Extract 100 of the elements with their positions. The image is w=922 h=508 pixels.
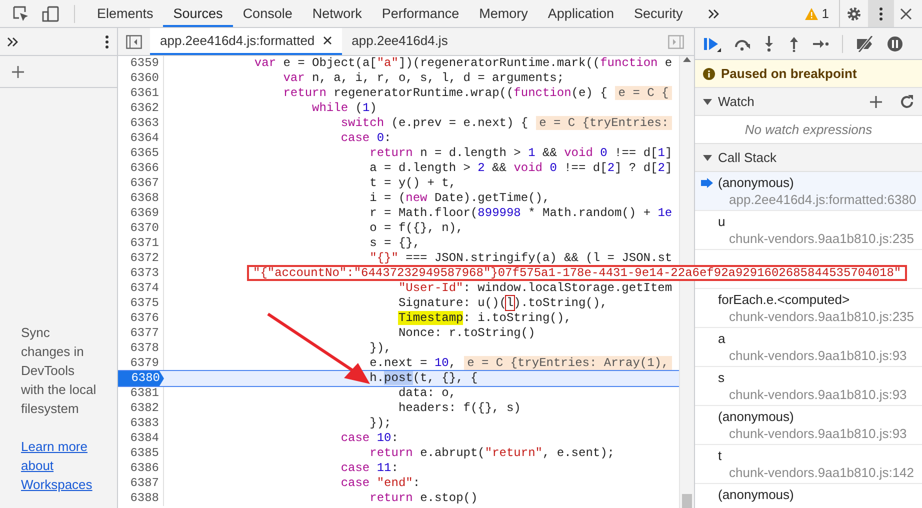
- value-tooltip: "{"accountNo":"64437232949587968"}07f575a1-178e-4431-9e14-22a6ef92a9291602685844535704018": [247, 265, 908, 281]
- panel-tab[interactable]: Performance: [372, 0, 470, 27]
- code-line: case 0:: [340, 131, 392, 146]
- line-number: 6360: [118, 71, 164, 86]
- code-line: r = Math.floor(899998 * Math.random() + 1e: [368, 206, 672, 221]
- menu-icon[interactable]: [105, 34, 109, 50]
- more-tabs-icon[interactable]: [706, 6, 720, 20]
- code-line: return e.abrupt("return", e.sent);: [368, 446, 614, 461]
- code-line: t = y() + t,: [368, 176, 456, 191]
- frame-name: s: [718, 369, 726, 386]
- pause-icon[interactable]: [887, 36, 903, 52]
- workspaces-link[interactable]: Learn more about Workspaces: [21, 437, 99, 494]
- more-tabs-icon[interactable]: [6, 34, 19, 48]
- code-line: i = (new Date).getTime(),: [368, 191, 550, 206]
- stack-frame[interactable]: (anonymous) app.2ee416d4.js:formatted:6380: [695, 172, 922, 211]
- line-number: 6367: [118, 176, 164, 191]
- refresh-icon[interactable]: [900, 94, 914, 108]
- add-icon[interactable]: [12, 66, 24, 78]
- line-number: 6374: [118, 281, 164, 296]
- line-number: 6384: [118, 431, 164, 446]
- warning-count[interactable]: 1: [822, 6, 829, 21]
- stack-frame[interactable]: u chunk-vendors.9aa1b810.js:235: [695, 211, 922, 250]
- add-icon[interactable]: [870, 96, 882, 108]
- line-number: 6365: [118, 146, 164, 161]
- code-line: var e = Object(a["a"])(regeneratorRuntime.mark((function e: [253, 56, 672, 71]
- code-line: case 11:: [340, 461, 398, 476]
- panel-tab[interactable]: Security: [624, 0, 693, 27]
- code-line: return n = d.length > 1 && void 0 !== d[1]: [368, 146, 672, 161]
- code-line: o = f({}, n),: [368, 221, 464, 236]
- frame-location: app.2ee416d4.js:formatted:6380: [728, 191, 918, 208]
- sidebar-toggle-icon[interactable]: [126, 34, 142, 48]
- line-number: 6383: [118, 416, 164, 431]
- scrollbar-thumb[interactable]: [682, 494, 692, 508]
- line-number: 6381: [118, 386, 164, 401]
- step-icon[interactable]: [813, 38, 829, 50]
- line-number: 6382: [118, 401, 164, 416]
- device-toolbar-icon[interactable]: [42, 4, 60, 22]
- code-line: h.post(t, {}, {: [368, 371, 478, 386]
- deactivate-breakpoints-icon[interactable]: [856, 36, 874, 52]
- line-number: 6359: [118, 56, 164, 71]
- line-number: 6380: [118, 371, 164, 386]
- step-out-icon[interactable]: [788, 36, 800, 52]
- info-icon: [703, 68, 715, 80]
- close-icon[interactable]: [322, 36, 332, 45]
- code-line: var n, a, i, r, o, s, l, d = arguments;: [282, 71, 564, 86]
- line-number: 6375: [118, 296, 164, 311]
- code-line: });: [368, 416, 392, 431]
- resume-icon[interactable]: [703, 36, 721, 52]
- frame-name: (anonymous): [718, 408, 795, 425]
- line-number: 6363: [118, 116, 164, 131]
- stack-frame[interactable]: (anonymous): [695, 484, 922, 508]
- settings-icon[interactable]: [846, 6, 862, 22]
- line-number: 6368: [118, 191, 164, 206]
- code-line: case 10:: [340, 431, 398, 446]
- stack-frame[interactable]: forEach.e.<computed> chunk-vendors.9aa1b810.js:235: [695, 289, 922, 328]
- line-number: 6361: [118, 86, 164, 101]
- close-icon[interactable]: [900, 8, 912, 20]
- line-number: 6388: [118, 491, 164, 506]
- code-line: return e.stop(): [368, 491, 478, 506]
- panel-tab[interactable]: Elements: [87, 0, 164, 27]
- stack-frame[interactable]: a chunk-vendors.9aa1b810.js:93: [695, 328, 922, 367]
- line-number: 6387: [118, 476, 164, 491]
- code-line: }),: [368, 341, 392, 356]
- frame-location: chunk-vendors.9aa1b810.js:142: [728, 464, 916, 481]
- frame-name: (anonymous): [718, 486, 795, 503]
- frame-location: chunk-vendors.9aa1b810.js:93: [728, 386, 908, 403]
- line-number: 6373: [118, 266, 164, 281]
- panel-tab[interactable]: Application: [538, 0, 624, 27]
- more-menu-button[interactable]: [868, 0, 894, 27]
- frame-location: chunk-vendors.9aa1b810.js:93: [728, 347, 908, 364]
- panel-tab[interactable]: Console: [232, 0, 302, 27]
- stack-frame[interactable]: t chunk-vendors.9aa1b810.js:142: [695, 445, 922, 484]
- sidebar-toggle-icon[interactable]: [668, 34, 684, 48]
- workspace-message: Sync changes in DevTools with the local filesystem: [21, 324, 98, 418]
- expand-triangle-icon[interactable]: [703, 98, 712, 106]
- menu-icon[interactable]: [879, 6, 883, 22]
- code-line: data: o,: [397, 386, 456, 401]
- file-tab[interactable]: app.2ee416d4.js:formatted: [150, 28, 342, 55]
- line-number: 6369: [118, 206, 164, 221]
- panel-tab[interactable]: Network: [302, 0, 372, 27]
- line-number: 6377: [118, 326, 164, 341]
- code-line: Timestamp: i.toString(),: [397, 311, 572, 326]
- inspect-icon[interactable]: [12, 4, 30, 22]
- stack-frame[interactable]: s chunk-vendors.9aa1b810.js:93: [695, 367, 922, 406]
- current-frame-arrow-icon: [701, 178, 713, 188]
- panel-tab[interactable]: Memory: [469, 0, 538, 27]
- paused-message: Paused on breakpoint: [721, 66, 857, 81]
- line-number: 6376: [118, 311, 164, 326]
- code-line: switch (e.prev = e.next) { e = C {tryEntries:: [164, 116, 672, 131]
- frame-location: chunk-vendors.9aa1b810.js:93: [728, 425, 908, 442]
- file-tab[interactable]: app.2ee416d4.js: [342, 28, 458, 55]
- frame-name: u: [718, 213, 726, 230]
- stack-frame[interactable]: (anonymous) chunk-vendors.9aa1b810.js:93: [695, 406, 922, 445]
- frame-name: t: [718, 447, 723, 464]
- line-number: 6371: [118, 236, 164, 251]
- line-number: 6366: [118, 161, 164, 176]
- step-into-icon[interactable]: [763, 36, 775, 52]
- code-line: Nonce: r.toString(): [397, 326, 536, 341]
- line-number: 6364: [118, 131, 164, 146]
- expand-triangle-icon[interactable]: [703, 154, 712, 162]
